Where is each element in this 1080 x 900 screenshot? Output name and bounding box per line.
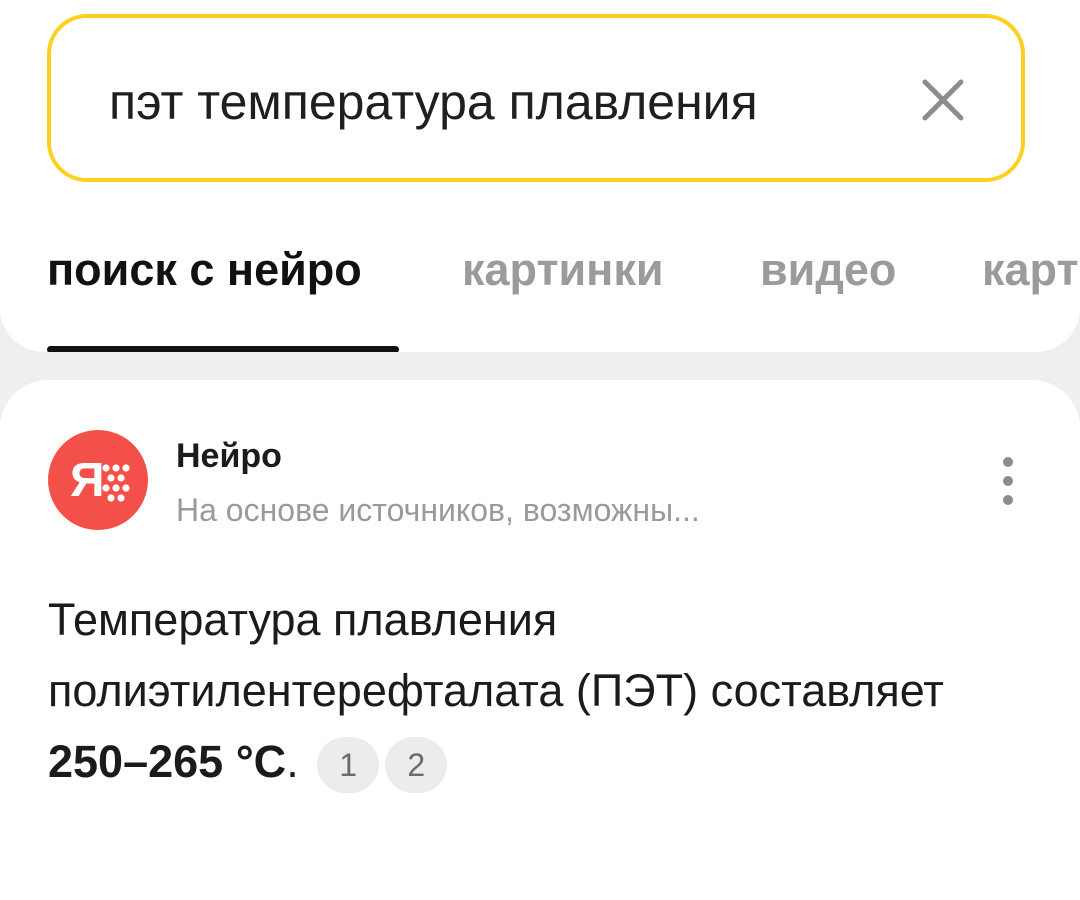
search-tabs: поиск с нейро картинки видео карт: [0, 238, 1080, 352]
tab-images[interactable]: картинки: [462, 238, 664, 302]
close-icon[interactable]: [917, 74, 969, 126]
tab-maps[interactable]: карт: [982, 238, 1078, 302]
search-query-text[interactable]: пэт температура плавления: [109, 74, 758, 130]
neiro-subtitle: На основе источников, возможны...: [176, 492, 700, 528]
more-vertical-icon[interactable]: [990, 454, 1026, 508]
active-tab-indicator: [47, 346, 399, 352]
citation-badge[interactable]: 1: [317, 737, 380, 794]
search-input[interactable]: пэт температура плавления: [47, 14, 1025, 182]
neiro-title: Нейро: [176, 437, 282, 475]
citation-badge[interactable]: 2: [385, 737, 448, 794]
answer-value: 250–265 °C: [48, 736, 287, 787]
svg-text:Я: Я: [70, 454, 105, 507]
yandex-neiro-logo-icon: Я: [48, 430, 148, 530]
answer-suffix: .: [286, 736, 299, 787]
neiro-answer-card: Я Нейро На основе источников, возможны..…: [0, 380, 1080, 900]
top-panel: пэт температура плавления поиск с нейро …: [0, 0, 1080, 352]
answer-text: Температура плавления полиэтилентерефтал…: [48, 584, 1008, 797]
tab-neiro-search[interactable]: поиск с нейро: [47, 238, 362, 302]
answer-prefix: Температура плавления полиэтилентерефтал…: [48, 594, 944, 716]
tab-video[interactable]: видео: [760, 238, 896, 302]
